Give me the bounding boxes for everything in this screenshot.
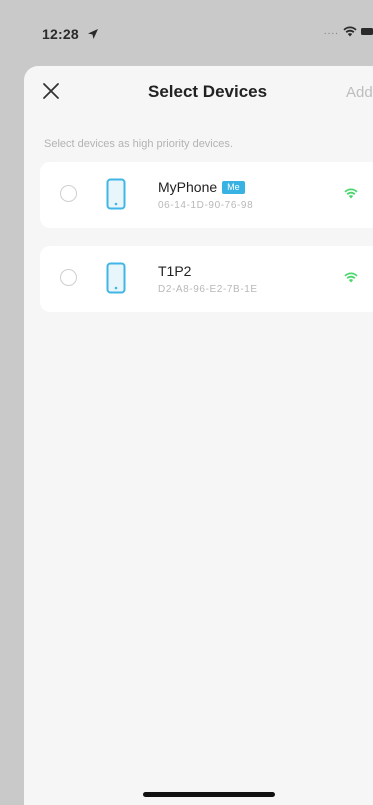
wifi-icon xyxy=(344,272,358,283)
wifi-icon xyxy=(343,26,357,37)
device-name-group: T1P2 xyxy=(158,263,191,279)
device-mac: 06-14-1D-90-76-98 xyxy=(158,200,254,211)
close-icon[interactable] xyxy=(40,80,62,102)
select-devices-sheet: Select Devices Add Select devices as hig… xyxy=(24,66,373,805)
status-right-group: .... xyxy=(324,26,373,37)
select-radio[interactable] xyxy=(60,269,77,286)
device-row[interactable]: T1P2 D2-A8-96-E2-7B-1E xyxy=(40,246,373,312)
phone-icon xyxy=(106,178,126,210)
page-title: Select Devices xyxy=(148,82,268,101)
nav-bar: Select Devices Add xyxy=(24,66,373,118)
location-arrow-icon xyxy=(88,29,98,39)
phone-icon xyxy=(106,262,126,294)
select-radio[interactable] xyxy=(60,185,77,202)
device-name-group: MyPhone Me xyxy=(158,179,245,195)
home-indicator xyxy=(143,792,275,797)
device-row[interactable]: MyPhone Me 06-14-1D-90-76-98 xyxy=(40,162,373,228)
add-button[interactable]: Add xyxy=(346,84,373,101)
wifi-icon xyxy=(344,188,358,199)
hint-text: Select devices as high priority devices. xyxy=(44,138,233,150)
battery-icon xyxy=(361,28,373,35)
app-screen: 12:28 .... Select Devices Add Select dev… xyxy=(0,0,373,805)
status-time: 12:28 xyxy=(42,26,79,42)
me-badge: Me xyxy=(222,180,245,194)
device-mac: D2-A8-96-E2-7B-1E xyxy=(158,284,258,295)
cell-signal: .... xyxy=(323,26,339,37)
device-name: T1P2 xyxy=(158,263,192,279)
device-name: MyPhone xyxy=(158,179,218,195)
status-bar: 12:28 .... xyxy=(0,0,373,66)
